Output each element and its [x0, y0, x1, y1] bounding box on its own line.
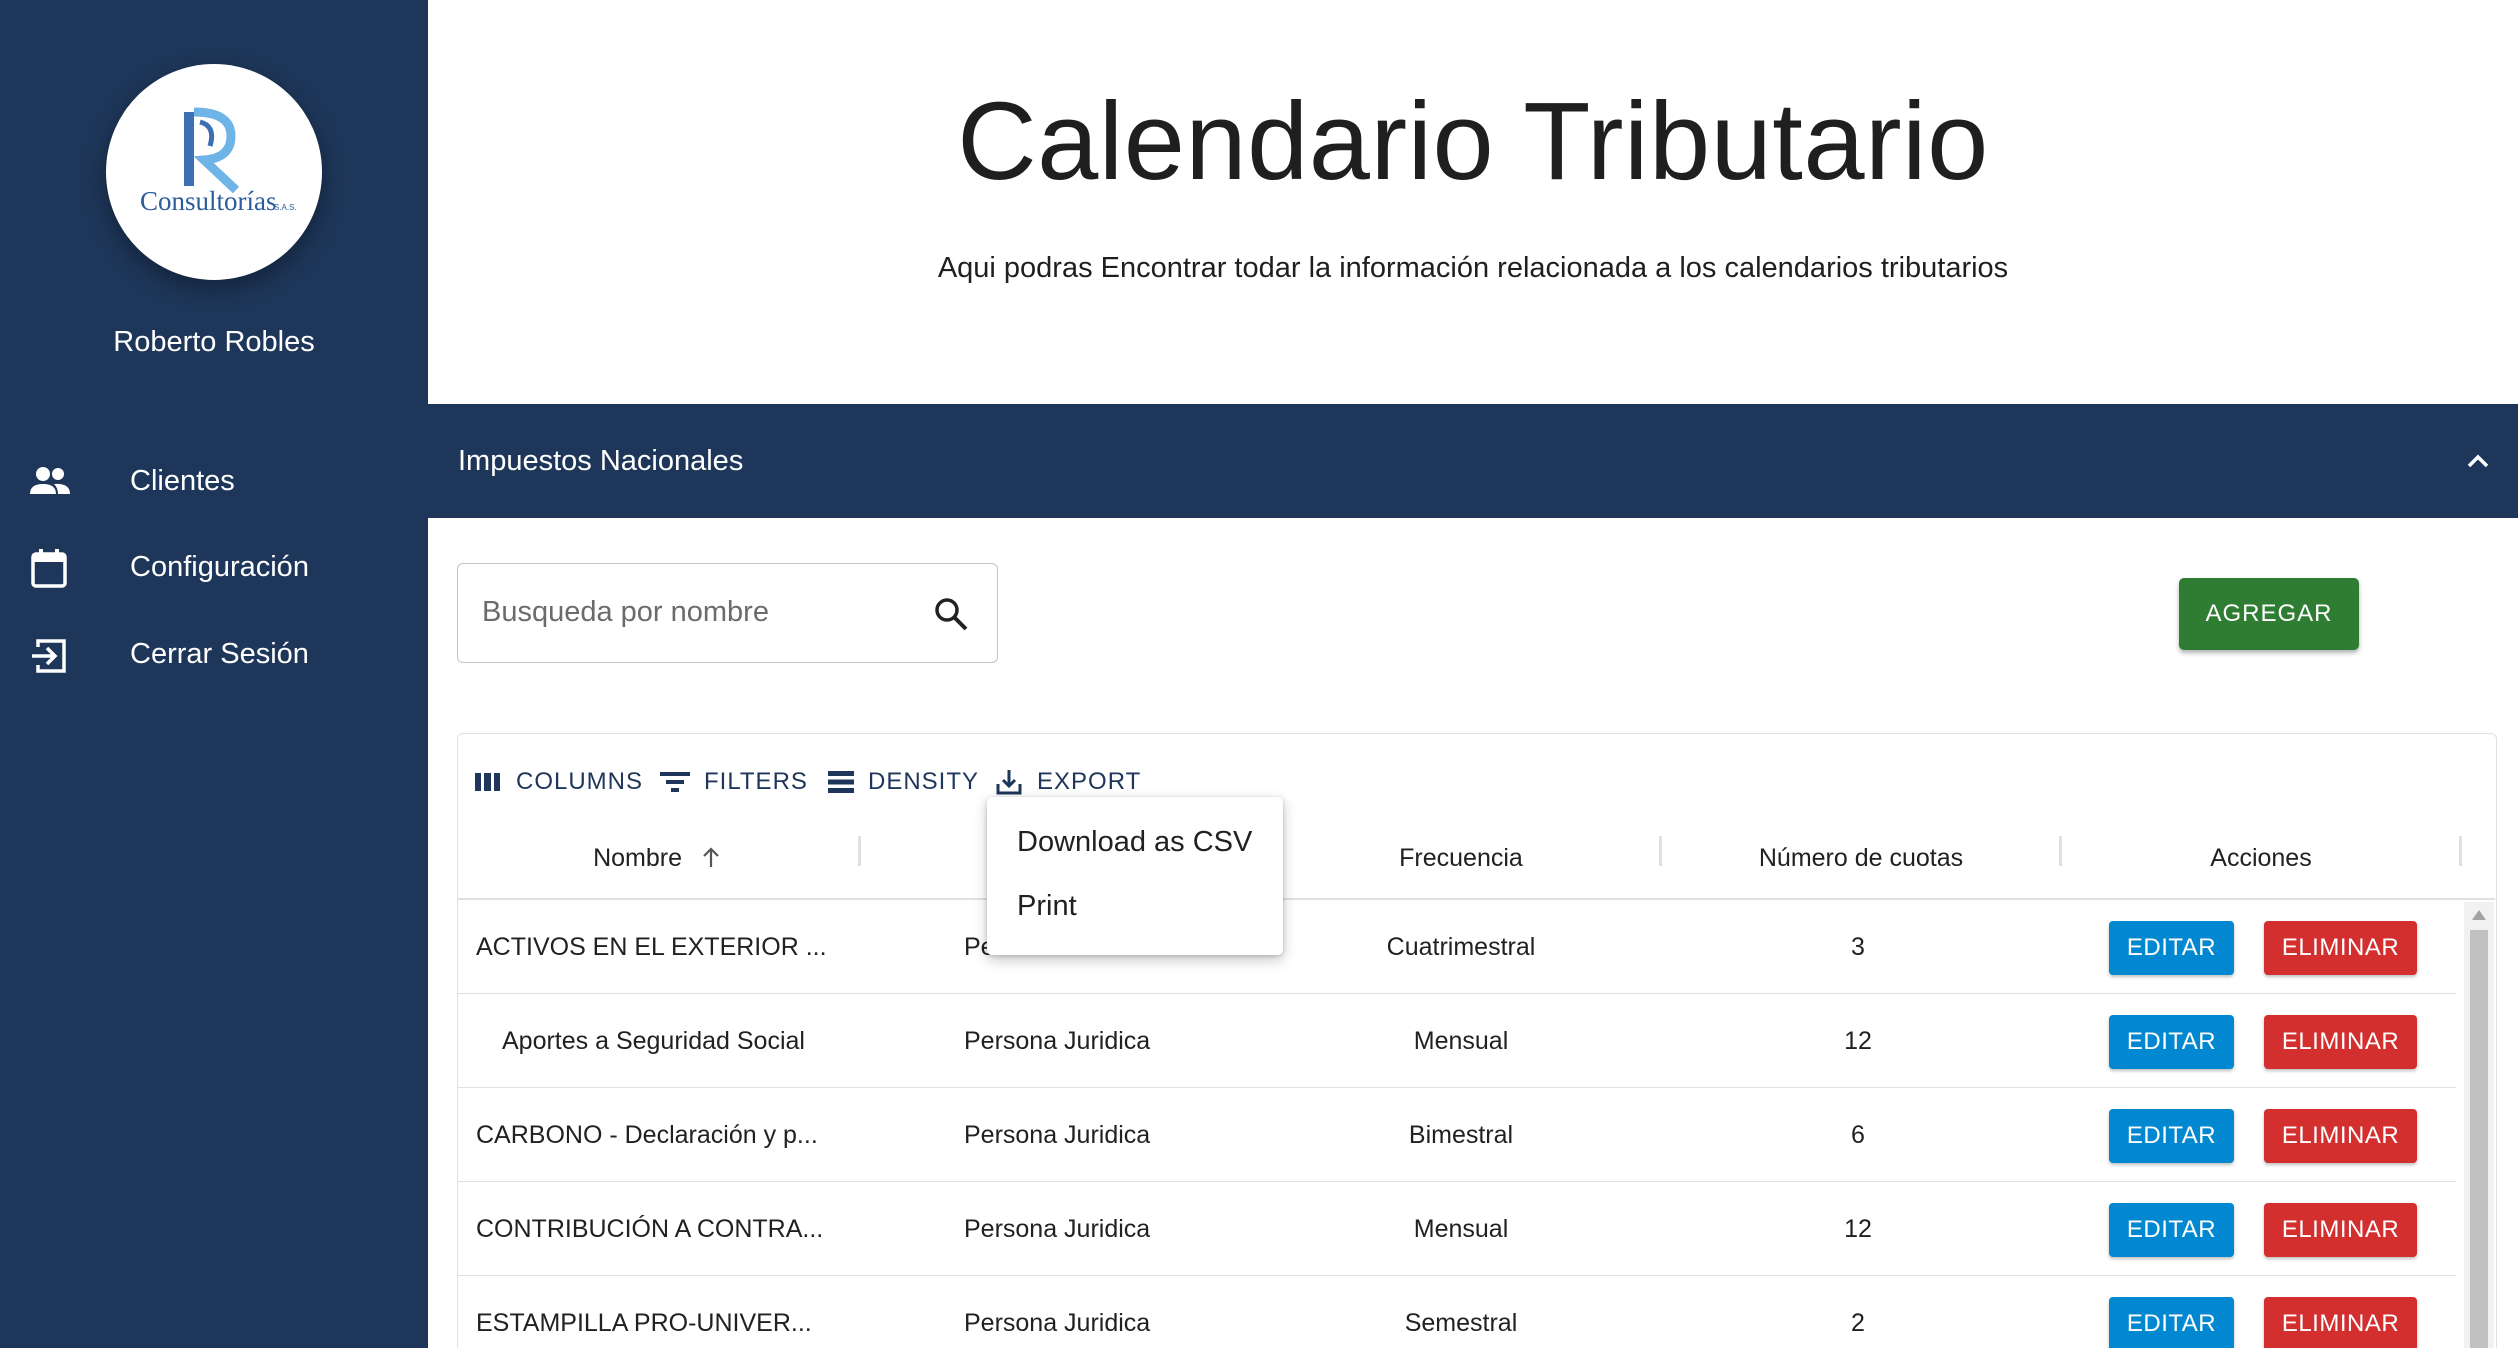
columns-label: COLUMNS: [516, 768, 644, 795]
density-label: DENSITY: [868, 768, 980, 795]
sidebar-item-label: Configuración: [130, 551, 309, 583]
cell-tipo: Persona Juridica: [964, 1027, 1151, 1055]
scrollbar-thumb[interactable]: [2470, 930, 2488, 1348]
people-icon: [30, 467, 70, 494]
vertical-scrollbar[interactable]: [2464, 902, 2494, 1348]
table-row[interactable]: ACTIVOS EN EL EXTERIOR ... Pe Cuatrimest…: [458, 900, 2456, 994]
company-logo: Consultorías S.A.S.: [106, 64, 322, 280]
sidebar-item-configuracion[interactable]: Configuración: [0, 532, 428, 602]
cell-frecuencia: Mensual: [1413, 1027, 1509, 1055]
edit-button[interactable]: EDITAR: [2109, 1297, 2234, 1348]
edit-button[interactable]: EDITAR: [2109, 1109, 2234, 1163]
cell-tipo: Persona Juridica: [964, 1121, 1151, 1149]
edit-button[interactable]: EDITAR: [2109, 1203, 2234, 1257]
delete-button[interactable]: ELIMINAR: [2264, 1203, 2417, 1257]
density-icon: [828, 771, 854, 793]
add-button[interactable]: AGREGAR: [2179, 578, 2359, 650]
filters-button[interactable]: FILTERS: [660, 762, 808, 802]
delete-button[interactable]: ELIMINAR: [2264, 1297, 2417, 1348]
cell-tipo: Persona Juridica: [964, 1215, 1151, 1243]
user-name: Roberto Robles: [113, 326, 315, 358]
sidebar: Consultorías S.A.S. Roberto Robles Clien…: [0, 0, 428, 1348]
page-subtitle: Aqui podras Encontrar todar la informaci…: [937, 252, 2009, 284]
table-row[interactable]: ESTAMPILLA PRO-UNIVER... Persona Juridic…: [458, 1276, 2456, 1348]
cell-frecuencia: Semestral: [1404, 1309, 1518, 1337]
edit-button[interactable]: EDITAR: [2109, 921, 2234, 975]
svg-text:S.A.S.: S.A.S.: [274, 203, 297, 212]
export-menu: Download as CSV Print: [987, 797, 1283, 955]
delete-button[interactable]: ELIMINAR: [2264, 1015, 2417, 1069]
columns-icon: [475, 773, 500, 791]
data-grid: COLUMNS FILTERS DENSITY EXPORT Nombre Fr…: [457, 733, 2497, 1348]
cell-frecuencia: Bimestral: [1408, 1121, 1514, 1149]
delete-button[interactable]: ELIMINAR: [2264, 921, 2417, 975]
accordion-impuestos-nacionales[interactable]: Impuestos Nacionales: [428, 404, 2518, 518]
cell-cuotas: 2: [1851, 1309, 1865, 1337]
cell-tipo: Persona Juridica: [964, 1309, 1151, 1337]
filter-icon: [660, 772, 690, 792]
cell-nombre: CONTRIBUCIÓN A CONTRA...: [476, 1215, 824, 1243]
sort-ascending-icon[interactable]: [699, 845, 723, 869]
column-header-frecuencia[interactable]: Frecuencia: [1261, 834, 1661, 882]
svg-text:Consultorías: Consultorías: [140, 186, 277, 216]
search-input[interactable]: [482, 564, 902, 661]
delete-button[interactable]: ELIMINAR: [2264, 1109, 2417, 1163]
table-row[interactable]: CONTRIBUCIÓN A CONTRA... Persona Juridic…: [458, 1182, 2456, 1276]
calendar-icon: [31, 549, 67, 588]
scroll-up-arrow-icon[interactable]: [2472, 910, 2486, 920]
cell-nombre: Aportes a Seguridad Social: [502, 1027, 805, 1055]
cell-frecuencia: Mensual: [1413, 1215, 1509, 1243]
cell-cuotas: 12: [1844, 1215, 1872, 1243]
menu-item-print[interactable]: Print: [987, 875, 1283, 937]
cell-frecuencia: Cuatrimestral: [1386, 933, 1536, 961]
density-button[interactable]: DENSITY: [828, 762, 979, 802]
download-icon: [996, 770, 1022, 795]
cell-cuotas: 3: [1851, 933, 1865, 961]
logo-mark-icon: Consultorías S.A.S.: [140, 107, 297, 216]
cell-nombre: ESTAMPILLA PRO-UNIVER...: [476, 1309, 812, 1337]
cell-nombre: CARBONO - Declaración y p...: [476, 1121, 818, 1149]
chevron-up-icon[interactable]: [2462, 445, 2494, 477]
sidebar-item-label: Cerrar Sesión: [130, 638, 309, 670]
logout-icon: [32, 639, 66, 673]
column-separator[interactable]: [2459, 836, 2462, 866]
columns-button[interactable]: COLUMNS: [474, 762, 643, 802]
table-row[interactable]: Aportes a Seguridad Social Persona Jurid…: [458, 994, 2456, 1088]
sidebar-item-clientes[interactable]: Clientes: [0, 446, 428, 516]
menu-item-download-csv[interactable]: Download as CSV: [987, 811, 1283, 873]
sidebar-item-label: Clientes: [130, 465, 235, 497]
search-field: [457, 563, 998, 663]
column-header-acciones: Acciones: [2210, 844, 2312, 872]
edit-button[interactable]: EDITAR: [2109, 1015, 2234, 1069]
search-icon[interactable]: [931, 594, 971, 634]
page-title: Calendario Tributario: [957, 80, 1989, 203]
sidebar-item-cerrar-sesion[interactable]: Cerrar Sesión: [0, 619, 428, 689]
export-button[interactable]: EXPORT: [995, 762, 1141, 802]
accordion-title: Impuestos Nacionales: [458, 445, 744, 477]
column-header-nombre[interactable]: Nombre: [458, 834, 858, 882]
export-label: EXPORT: [1037, 768, 1142, 795]
cell-cuotas: 6: [1851, 1121, 1865, 1149]
cell-cuotas: 12: [1844, 1027, 1872, 1055]
table-row[interactable]: CARBONO - Declaración y p... Persona Jur…: [458, 1088, 2456, 1182]
column-header-numero-cuotas[interactable]: Número de cuotas: [1661, 834, 2061, 882]
filters-label: FILTERS: [704, 768, 808, 795]
cell-nombre: ACTIVOS EN EL EXTERIOR ...: [476, 933, 827, 961]
